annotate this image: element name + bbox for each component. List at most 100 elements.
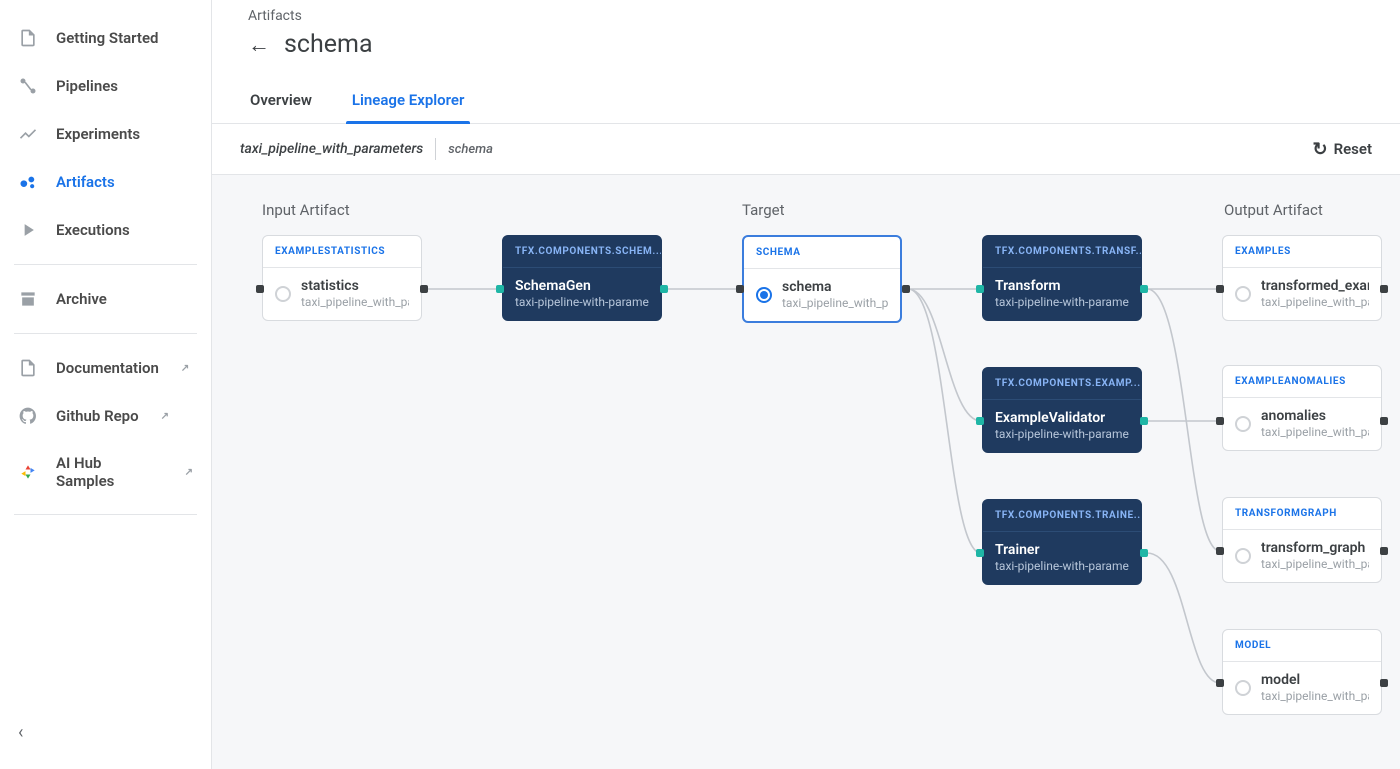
node-name: anomalies [1261,408,1369,424]
sidebar-label: Getting Started [56,29,158,47]
port [1216,679,1224,687]
sidebar-label: Executions [56,221,130,239]
sidebar-label: Documentation [56,359,159,377]
port [902,285,910,293]
sidebar-label: Pipelines [56,77,118,95]
column-header-input: Input Artifact [262,201,350,219]
page-title: schema [284,30,373,59]
tab-overview[interactable]: Overview [248,91,314,123]
port [1216,417,1224,425]
port [1140,417,1148,425]
context-pipeline[interactable]: taxi_pipeline_with_parameters [240,141,423,157]
port [976,417,984,425]
radio-icon[interactable] [1235,416,1251,432]
divider [14,514,197,515]
sidebar: Getting Started Pipelines Experiments Ar… [0,0,212,769]
port [1140,549,1148,557]
sidebar-label: Archive [56,290,107,308]
sidebar-item-experiments[interactable]: Experiments [0,110,211,158]
port [1216,285,1224,293]
reset-button[interactable]: ↻ Reset [1312,139,1372,160]
node-type: EXAMPLESTATISTICS [263,236,421,268]
node-name: SchemaGen [515,278,649,294]
external-link-icon: ↗ [185,467,193,478]
port [496,285,504,293]
radio-icon[interactable] [1235,548,1251,564]
sidebar-item-documentation[interactable]: Documentation ↗ [0,344,211,392]
radio-icon[interactable] [275,286,291,302]
node-type: TRANSFORMGRAPH [1223,498,1381,530]
reset-label: Reset [1334,140,1372,158]
port [1380,547,1388,555]
node-examples[interactable]: EXAMPLES transformed_exampl taxi_pipelin… [1222,235,1382,321]
pipelines-icon [18,76,38,96]
back-button[interactable]: ← [248,32,270,58]
node-sub: taxi-pipeline-with-parameters-j29rn [515,294,649,310]
node-transformgraph[interactable]: TRANSFORMGRAPH transform_graph taxi_pipe… [1222,497,1382,583]
sidebar-item-github[interactable]: Github Repo ↗ [0,392,211,440]
port [1380,417,1388,425]
experiments-icon [18,124,38,144]
node-examplevalidator[interactable]: TFX.COMPONENTS.EXAMP... ExampleValidator… [982,367,1142,453]
node-type: EXAMPLEANOMALIES [1223,366,1381,398]
port [1380,679,1388,687]
node-statistics[interactable]: EXAMPLESTATISTICS statistics taxi_pipeli… [262,235,422,321]
node-type: TFX.COMPONENTS.TRAINE... [983,500,1141,532]
node-sub: taxi_pipeline_with_par [1261,294,1369,310]
node-type: MODEL [1223,630,1381,662]
port [976,549,984,557]
sidebar-item-artifacts[interactable]: Artifacts [0,158,211,206]
column-header-target: Target [742,201,785,219]
radio-icon[interactable] [756,287,772,303]
port [1140,285,1148,293]
node-name: model [1261,672,1369,688]
node-schemagen[interactable]: TFX.COMPONENTS.SCHEM... SchemaGen taxi-p… [502,235,662,321]
tab-lineage-explorer[interactable]: Lineage Explorer [350,91,466,123]
sidebar-item-executions[interactable]: Executions [0,206,211,254]
node-trainer[interactable]: TFX.COMPONENTS.TRAINE... Trainer taxi-pi… [982,499,1142,585]
lineage-canvas[interactable]: Input Artifact Target Output Artifact [212,175,1400,769]
collapse-sidebar-button[interactable]: ‹ [0,710,211,755]
node-sub: taxi_pipeline_with_par [1261,424,1369,440]
node-name: statistics [301,278,409,294]
play-icon [18,220,38,240]
node-anomalies[interactable]: EXAMPLEANOMALIES anomalies taxi_pipeline… [1222,365,1382,451]
divider [435,138,436,160]
aihub-icon [18,462,38,482]
node-type: TFX.COMPONENTS.EXAMP... [983,368,1141,400]
breadcrumb[interactable]: Artifacts [248,8,1364,24]
header: Artifacts ← schema [212,0,1400,69]
node-sub: taxi-pipeline-with-parameters-j29rn [995,294,1129,310]
node-sub: taxi-pipeline-with-parameters-j29rn [995,426,1129,442]
node-sub: taxi_pipeline_with_pa [782,295,888,311]
port [736,285,744,293]
divider [14,333,197,334]
node-name: schema [782,279,888,295]
reset-icon: ↻ [1312,139,1327,160]
main: Artifacts ← schema Overview Lineage Expl… [212,0,1400,769]
node-sub: taxi-pipeline-with-parameters-j29rn [995,558,1129,574]
port [660,285,668,293]
node-name: transformed_exampl [1261,278,1369,294]
chevron-left-icon: ‹ [18,722,23,743]
document-icon [18,28,38,48]
node-type: SCHEMA [744,237,900,269]
archive-icon [18,289,38,309]
sidebar-item-getting-started[interactable]: Getting Started [0,14,211,62]
radio-icon[interactable] [1235,680,1251,696]
node-name: ExampleValidator [995,410,1129,426]
node-type: EXAMPLES [1223,236,1381,268]
node-model[interactable]: MODEL model taxi_pipeline_with_par [1222,629,1382,715]
sidebar-item-aihub[interactable]: AI Hub Samples ↗ [0,440,211,504]
node-transform[interactable]: TFX.COMPONENTS.TRANSF... Transform taxi-… [982,235,1142,321]
context-artifact: schema [448,142,493,157]
node-schema-target[interactable]: SCHEMA schema taxi_pipeline_with_pa [742,235,902,323]
port [256,285,264,293]
radio-icon[interactable] [1235,286,1251,302]
document-icon [18,358,38,378]
external-link-icon: ↗ [161,411,169,422]
node-sub: taxi_pipeline_with_par [1261,556,1369,572]
sidebar-label: Artifacts [56,173,115,191]
sidebar-item-pipelines[interactable]: Pipelines [0,62,211,110]
sidebar-item-archive[interactable]: Archive [0,275,211,323]
